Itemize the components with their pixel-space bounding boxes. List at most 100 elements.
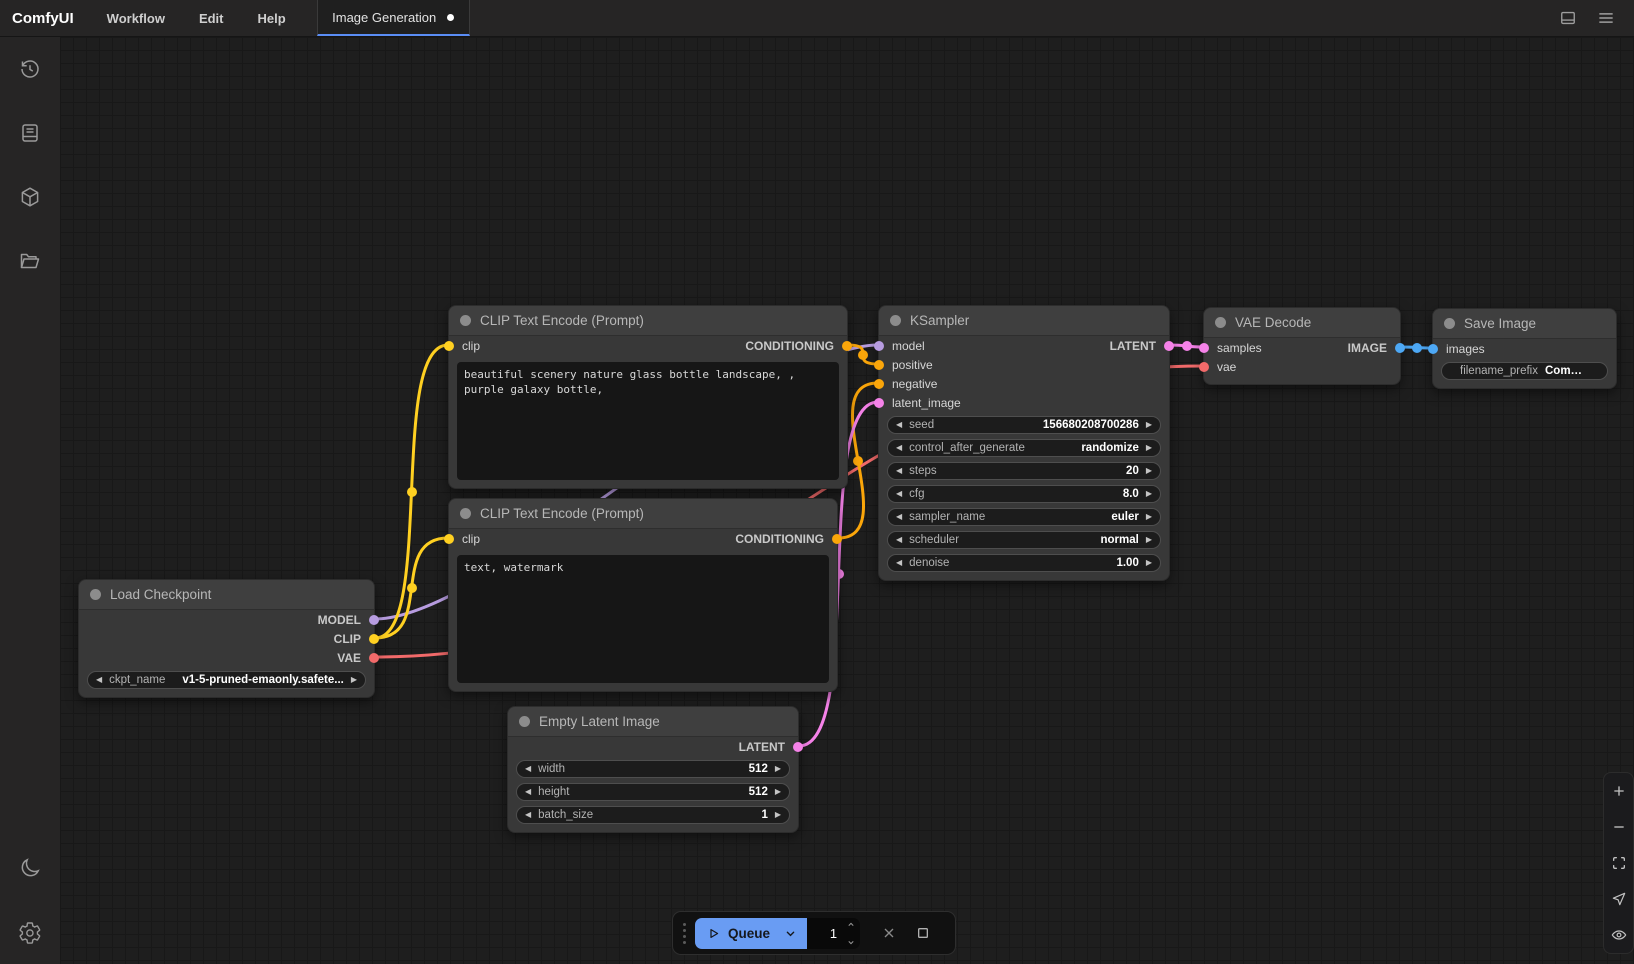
node-save-image[interactable]: Save Image images filename_prefix ComfyU… <box>1432 308 1617 389</box>
panel-bottom-icon[interactable] <box>1558 8 1578 28</box>
increment-arrow-icon[interactable]: ▶ <box>351 676 357 684</box>
widget-width[interactable]: ◀ width 512 ▶ <box>516 760 790 778</box>
menu-item-workflow[interactable]: Workflow <box>90 0 182 36</box>
queue-button[interactable]: Queue <box>695 918 781 949</box>
tab-image-generation[interactable]: Image Generation <box>317 0 470 36</box>
fit-view-icon[interactable] <box>1611 855 1627 871</box>
node-header[interactable]: CLIP Text Encode (Prompt) <box>449 499 837 529</box>
port-clip-output[interactable] <box>369 634 379 644</box>
node-library-icon[interactable] <box>18 121 42 145</box>
widget-ckpt-name[interactable]: ◀ ckpt_name v1-5-pruned-emaonly.safete..… <box>87 671 366 689</box>
increment-arrow-icon[interactable]: ▶ <box>1146 536 1152 544</box>
node-load-checkpoint[interactable]: Load Checkpoint MODEL CLIP VAE ◀ ckpt_na… <box>78 579 375 698</box>
port-latent-image-input[interactable] <box>874 398 884 408</box>
widget-cfg[interactable]: ◀ cfg 8.0 ▶ <box>887 485 1161 503</box>
menu-item-help[interactable]: Help <box>241 0 303 36</box>
increment-arrow-icon[interactable]: ▶ <box>1146 513 1152 521</box>
increment-arrow-icon[interactable]: ▶ <box>1146 421 1152 429</box>
collapse-dot-icon[interactable] <box>90 589 101 600</box>
graph-canvas[interactable]: Load Checkpoint MODEL CLIP VAE ◀ ckpt_na… <box>60 37 1634 964</box>
stepper-down-icon[interactable] <box>846 938 856 947</box>
increment-arrow-icon[interactable]: ▶ <box>775 765 781 773</box>
increment-arrow-icon[interactable]: ▶ <box>775 788 781 796</box>
node-empty-latent-image[interactable]: Empty Latent Image LATENT ◀ width 512 ▶ … <box>507 706 799 833</box>
eye-icon[interactable] <box>1611 927 1627 943</box>
increment-arrow-icon[interactable]: ▶ <box>1146 467 1152 475</box>
queue-options-chevron[interactable] <box>781 918 807 949</box>
decrement-arrow-icon[interactable]: ◀ <box>896 513 902 521</box>
decrement-arrow-icon[interactable]: ◀ <box>525 765 531 773</box>
menu-icon[interactable] <box>1596 8 1616 28</box>
widget-batch-size[interactable]: ◀ batch_size 1 ▶ <box>516 806 790 824</box>
decrement-arrow-icon[interactable]: ◀ <box>896 490 902 498</box>
decrement-arrow-icon[interactable]: ◀ <box>896 536 902 544</box>
port-samples-input[interactable] <box>1199 343 1209 353</box>
collapse-dot-icon[interactable] <box>519 716 530 727</box>
widget-denoise[interactable]: ◀ denoise 1.00 ▶ <box>887 554 1161 572</box>
node-header[interactable]: VAE Decode <box>1204 308 1400 338</box>
collapse-dot-icon[interactable] <box>460 508 471 519</box>
widget-control-after-generate[interactable]: ◀ control_after_generate randomize ▶ <box>887 439 1161 457</box>
port-positive-input[interactable] <box>874 360 884 370</box>
stepper-up-icon[interactable] <box>846 920 856 929</box>
increment-arrow-icon[interactable]: ▶ <box>1146 444 1152 452</box>
model-library-icon[interactable] <box>18 185 42 209</box>
decrement-arrow-icon[interactable]: ◀ <box>96 676 102 684</box>
decrement-arrow-icon[interactable]: ◀ <box>896 559 902 567</box>
widget-seed[interactable]: ◀ seed 156680208700286 ▶ <box>887 416 1161 434</box>
node-header[interactable]: Load Checkpoint <box>79 580 374 610</box>
gear-icon[interactable] <box>18 921 42 945</box>
collapse-dot-icon[interactable] <box>1444 318 1455 329</box>
zoom-out-icon[interactable] <box>1611 819 1627 835</box>
node-header[interactable]: CLIP Text Encode (Prompt) <box>449 306 847 336</box>
node-vae-decode[interactable]: VAE Decode samples IMAGE vae <box>1203 307 1401 385</box>
port-vae-output[interactable] <box>369 653 379 663</box>
decrement-arrow-icon[interactable]: ◀ <box>896 467 902 475</box>
batch-count-input[interactable]: 1 <box>807 918 860 949</box>
port-clip-input[interactable] <box>444 341 454 351</box>
node-header[interactable]: Save Image <box>1433 309 1616 339</box>
widget-height[interactable]: ◀ height 512 ▶ <box>516 783 790 801</box>
pan-cursor-icon[interactable] <box>1611 891 1627 907</box>
port-latent-output[interactable] <box>793 742 803 752</box>
moon-icon[interactable] <box>18 856 42 880</box>
widget-sampler-name[interactable]: ◀ sampler_name euler ▶ <box>887 508 1161 526</box>
node-header[interactable]: KSampler <box>879 306 1169 336</box>
workflows-folder-icon[interactable] <box>18 249 42 273</box>
node-header[interactable]: Empty Latent Image <box>508 707 798 737</box>
node-ksampler[interactable]: KSampler model LATENT positive negative … <box>878 305 1170 581</box>
port-model-input[interactable] <box>874 341 884 351</box>
increment-arrow-icon[interactable]: ▶ <box>1146 559 1152 567</box>
decrement-arrow-icon[interactable]: ◀ <box>896 444 902 452</box>
widget-filename-prefix[interactable]: filename_prefix ComfyUI <box>1441 362 1608 380</box>
history-icon[interactable] <box>18 57 42 81</box>
stop-square-icon[interactable] <box>909 919 937 947</box>
zoom-in-icon[interactable] <box>1611 783 1627 799</box>
prompt-textarea[interactable]: text, watermark <box>457 555 829 683</box>
collapse-dot-icon[interactable] <box>890 315 901 326</box>
widget-scheduler[interactable]: ◀ scheduler normal ▶ <box>887 531 1161 549</box>
prompt-textarea[interactable]: beautiful scenery nature glass bottle la… <box>457 362 839 480</box>
node-clip-text-encode-negative[interactable]: CLIP Text Encode (Prompt) clip CONDITION… <box>448 498 838 692</box>
decrement-arrow-icon[interactable]: ◀ <box>525 811 531 819</box>
port-image-output[interactable] <box>1395 343 1405 353</box>
clear-x-icon[interactable] <box>875 919 903 947</box>
port-conditioning-output[interactable] <box>832 534 842 544</box>
node-clip-text-encode-positive[interactable]: CLIP Text Encode (Prompt) clip CONDITION… <box>448 305 848 489</box>
port-negative-input[interactable] <box>874 379 884 389</box>
port-model-output[interactable] <box>369 615 379 625</box>
collapse-dot-icon[interactable] <box>460 315 471 326</box>
port-images-input[interactable] <box>1428 344 1438 354</box>
port-vae-input[interactable] <box>1199 362 1209 372</box>
collapse-dot-icon[interactable] <box>1215 317 1226 328</box>
decrement-arrow-icon[interactable]: ◀ <box>525 788 531 796</box>
menu-item-edit[interactable]: Edit <box>182 0 241 36</box>
decrement-arrow-icon[interactable]: ◀ <box>896 421 902 429</box>
drag-handle[interactable] <box>683 923 686 944</box>
port-clip-input[interactable] <box>444 534 454 544</box>
widget-steps[interactable]: ◀ steps 20 ▶ <box>887 462 1161 480</box>
port-latent-output[interactable] <box>1164 341 1174 351</box>
increment-arrow-icon[interactable]: ▶ <box>775 811 781 819</box>
port-conditioning-output[interactable] <box>842 341 852 351</box>
increment-arrow-icon[interactable]: ▶ <box>1146 490 1152 498</box>
